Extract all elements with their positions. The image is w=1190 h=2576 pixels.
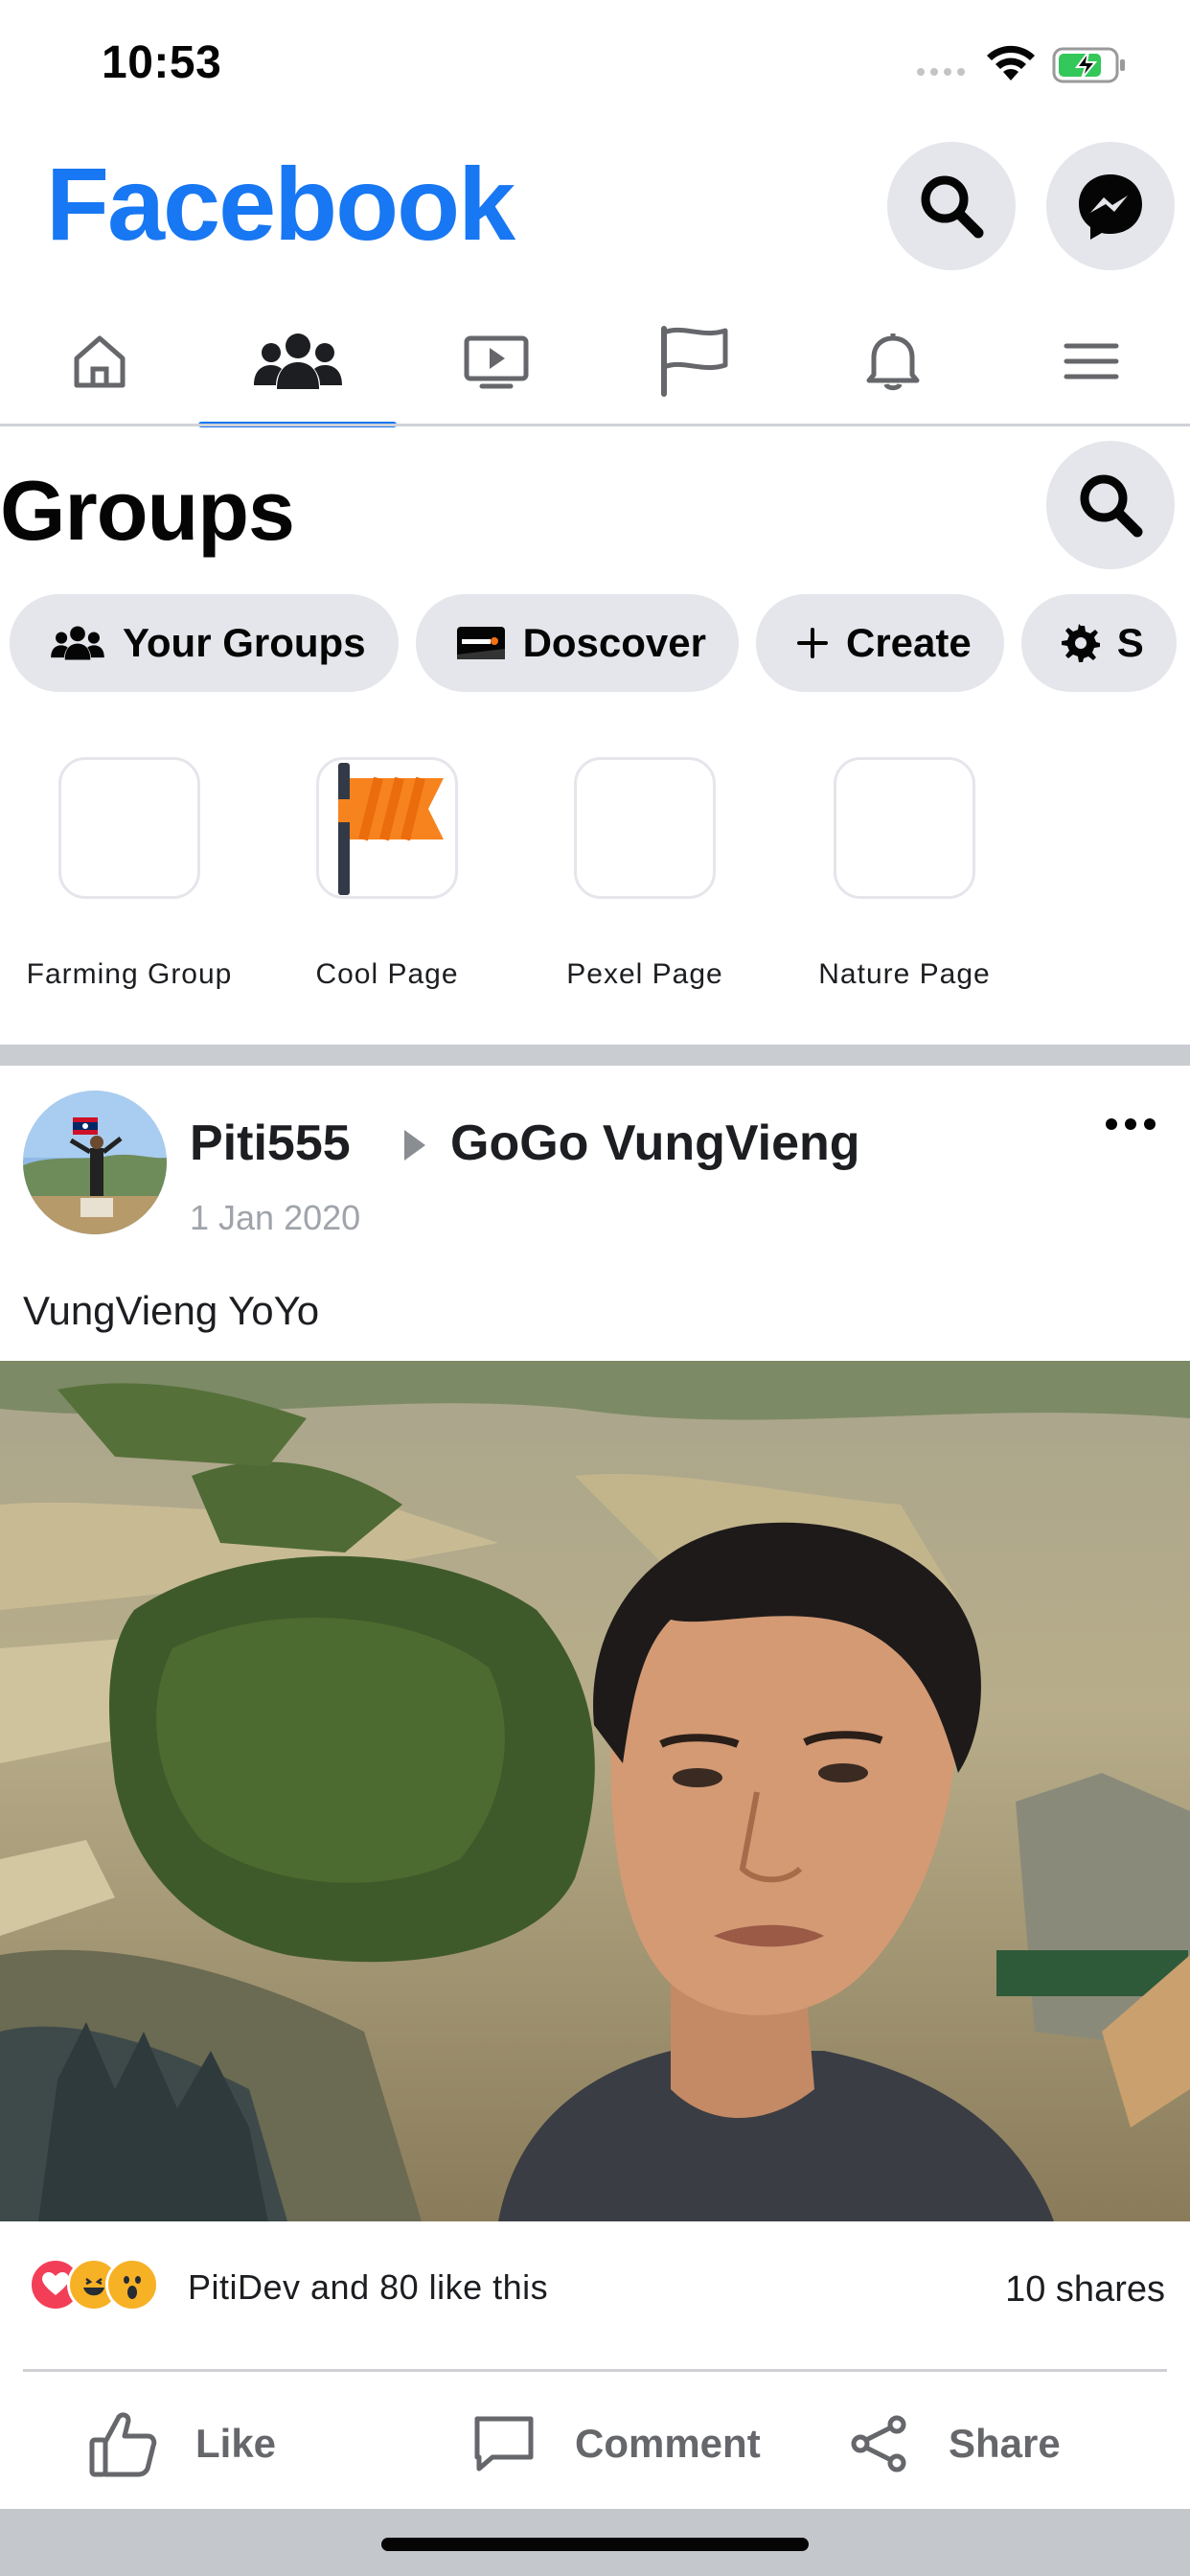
comment-label: Comment [575, 2421, 761, 2466]
battery-charging-icon [1052, 47, 1125, 83]
chip-label: Doscover [522, 620, 706, 665]
shortcut-thumbnail [574, 757, 716, 899]
comment-icon [474, 2416, 534, 2472]
selfie-landscape-image [0, 1361, 1190, 2221]
shortcut-pexel-page[interactable]: Pexel Page [515, 757, 774, 991]
post-action-bar: Like Comment Share [0, 2396, 1190, 2492]
cellular-signal-icon [917, 68, 965, 76]
status-bar: 10:53 [0, 0, 1190, 129]
share-button[interactable]: Share [849, 2396, 1061, 2492]
comment-button[interactable]: Comment [471, 2396, 761, 2492]
shortcut-cool-page[interactable]: Cool Page [258, 757, 516, 991]
orange-flag-icon [338, 763, 444, 895]
avatar-photo [23, 1091, 167, 1234]
post-photo[interactable] [0, 1361, 1190, 2221]
messenger-icon [1079, 174, 1142, 240]
page-title: Groups [0, 463, 295, 558]
tab-groups[interactable] [198, 297, 397, 427]
chip-label: S [1116, 620, 1144, 665]
share-label: Share [949, 2421, 1061, 2466]
create-chip[interactable]: Create [755, 594, 1004, 692]
flag-icon [660, 326, 727, 397]
home-indicator[interactable] [381, 2538, 809, 2551]
author-avatar[interactable] [23, 1091, 167, 1234]
shortcut-thumbnail [834, 757, 975, 899]
shortcut-farming-group[interactable]: Farming Group [0, 757, 259, 991]
tab-notifications[interactable] [793, 297, 992, 426]
groups-search-button[interactable] [1046, 441, 1175, 569]
groups-icon [253, 334, 342, 389]
shortcut-label: Nature Page [818, 958, 991, 990]
wifi-icon [987, 45, 1035, 80]
section-divider [0, 1045, 1190, 1066]
hamburger-icon [1064, 343, 1118, 380]
post-group-name[interactable]: GoGo VungVieng [450, 1115, 860, 1172]
nav-divider [0, 424, 1190, 426]
reaction-summary[interactable]: PitiDev and 80 like this [188, 2267, 548, 2308]
your-groups-chip[interactable]: Your Groups [10, 594, 399, 692]
post-caption: VungVieng YoYo [23, 1288, 320, 1333]
discover-card-icon [456, 627, 505, 659]
search-icon [921, 175, 984, 239]
like-button[interactable]: Like [88, 2396, 276, 2492]
gear-icon [1061, 624, 1100, 662]
share-count[interactable]: 10 shares [1005, 2269, 1165, 2311]
bell-icon [866, 334, 919, 391]
tab-menu[interactable] [992, 297, 1190, 426]
shortcut-thumbnail [316, 757, 458, 899]
shortcut-label: Farming Group [26, 958, 233, 990]
messenger-button[interactable] [1046, 142, 1175, 270]
status-time: 10:53 [102, 37, 222, 88]
people-icon [51, 626, 104, 660]
post-author-name[interactable]: Piti555 [190, 1115, 351, 1172]
shortcut-nature-page[interactable]: Nature Page [775, 757, 1034, 991]
discover-chip[interactable]: Doscover [415, 594, 739, 692]
post-divider [23, 2369, 1167, 2372]
tab-pages[interactable] [595, 297, 793, 426]
settings-chip[interactable]: S [1020, 594, 1177, 692]
wow-reaction-icon [105, 2258, 159, 2312]
main-nav-bar [0, 297, 1190, 427]
chip-label: Create [845, 620, 972, 665]
shortcut-label: Cool Page [315, 958, 459, 990]
groups-chip-row: Your Groups Doscover Create S [10, 594, 1177, 692]
plus-icon [796, 628, 828, 658]
header-search-button[interactable] [887, 142, 1016, 270]
like-label: Like [195, 2421, 277, 2466]
more-options-icon[interactable] [1102, 1110, 1159, 1138]
tab-home[interactable] [0, 297, 198, 426]
group-shortcuts: Farming Group Cool Page Pexel Page Natur… [0, 757, 1190, 997]
post-timestamp: 1 Jan 2020 [190, 1198, 361, 1237]
caret-right-icon [404, 1130, 425, 1161]
shortcut-label: Pexel Page [566, 958, 723, 990]
home-icon [74, 335, 125, 388]
reaction-icons[interactable] [29, 2258, 159, 2312]
facebook-logo-text: Facebook [46, 146, 515, 262]
shortcut-thumbnail [58, 757, 200, 899]
tab-watch[interactable] [397, 297, 595, 426]
search-icon [1080, 474, 1143, 538]
video-icon [464, 335, 528, 389]
chip-label: Your Groups [123, 620, 366, 665]
thumbs-up-icon [89, 2412, 157, 2477]
share-icon [851, 2415, 906, 2472]
